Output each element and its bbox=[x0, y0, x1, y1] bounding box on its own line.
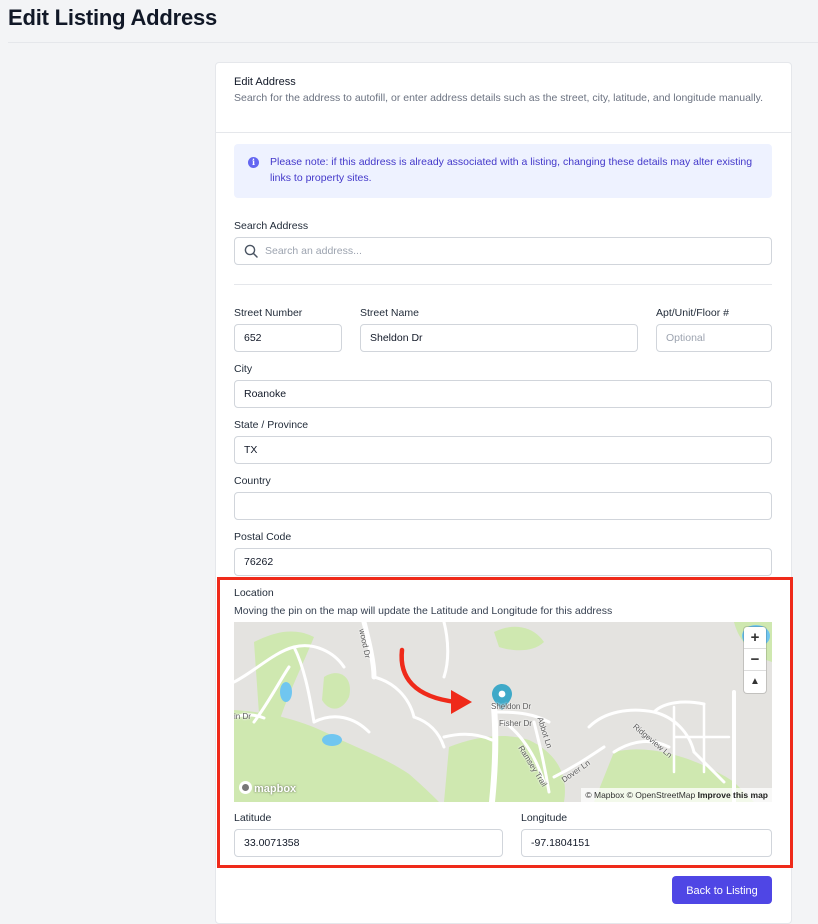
postal-code-field[interactable]: 76262 bbox=[234, 548, 772, 576]
map-attribution: © Mapbox © OpenStreetMap Improve this ma… bbox=[581, 788, 772, 802]
search-placeholder: Search an address... bbox=[265, 245, 362, 257]
location-label: Location bbox=[234, 587, 274, 599]
search-input[interactable]: Search an address... bbox=[234, 237, 772, 265]
improve-map-link[interactable]: Improve this map bbox=[698, 790, 768, 800]
back-to-listing-button[interactable]: Back to Listing bbox=[672, 876, 772, 904]
country-field[interactable] bbox=[234, 492, 772, 520]
zoom-out-button[interactable]: − bbox=[744, 649, 766, 671]
info-notice: i Please note: if this address is alread… bbox=[234, 144, 772, 198]
card-title: Edit Address bbox=[234, 76, 296, 88]
street-number-label: Street Number bbox=[234, 307, 303, 319]
attribution-text[interactable]: © Mapbox © OpenStreetMap bbox=[585, 790, 695, 800]
longitude-field[interactable]: -97.1804151 bbox=[521, 829, 772, 857]
street-number-field[interactable]: 652 bbox=[234, 324, 342, 352]
location-hint: Moving the pin on the map will update th… bbox=[234, 605, 613, 617]
map-basemap bbox=[234, 622, 772, 802]
mapbox-logo[interactable]: mapbox bbox=[239, 781, 296, 797]
edit-address-card: Edit Address Search for the address to a… bbox=[215, 62, 792, 924]
header-divider bbox=[216, 132, 791, 133]
zoom-in-button[interactable]: + bbox=[744, 627, 766, 649]
mapbox-logo-text: mapbox bbox=[254, 783, 297, 795]
street-name-label: Street Name bbox=[360, 307, 419, 319]
apt-label: Apt/Unit/Floor # bbox=[656, 307, 729, 319]
map-street-label: in Dr bbox=[234, 712, 251, 721]
latitude-label: Latitude bbox=[234, 812, 272, 824]
page-title: Edit Listing Address bbox=[8, 5, 218, 30]
state-field[interactable]: TX bbox=[234, 436, 772, 464]
postal-code-label: Postal Code bbox=[234, 531, 292, 543]
apt-field[interactable]: Optional bbox=[656, 324, 772, 352]
location-map[interactable]: wood Dr in Dr Sheldon Dr Fisher Dr Abbot… bbox=[234, 622, 772, 802]
card-header: Edit Address Search for the address to a… bbox=[234, 74, 764, 106]
map-controls: + − ▲ bbox=[744, 627, 766, 693]
city-label: City bbox=[234, 363, 253, 375]
country-label: Country bbox=[234, 475, 271, 487]
map-street-label: Sheldon Dr bbox=[491, 702, 532, 711]
longitude-label: Longitude bbox=[521, 812, 568, 824]
section-divider bbox=[234, 284, 772, 285]
search-address-label: Search Address bbox=[234, 220, 309, 232]
street-name-field[interactable]: Sheldon Dr bbox=[360, 324, 638, 352]
mapbox-logo-icon bbox=[239, 781, 252, 794]
card-description: Search for the address to autofill, or e… bbox=[234, 92, 763, 104]
compass-button[interactable]: ▲ bbox=[744, 671, 766, 693]
title-divider bbox=[8, 42, 818, 43]
state-label: State / Province bbox=[234, 419, 309, 431]
map-street-label: Fisher Dr bbox=[499, 719, 532, 728]
info-icon: i bbox=[248, 157, 259, 168]
latitude-field[interactable]: 33.0071358 bbox=[234, 829, 503, 857]
search-icon bbox=[244, 244, 258, 258]
notice-text: Please note: if this address is already … bbox=[270, 156, 753, 184]
city-field[interactable]: Roanoke bbox=[234, 380, 772, 408]
